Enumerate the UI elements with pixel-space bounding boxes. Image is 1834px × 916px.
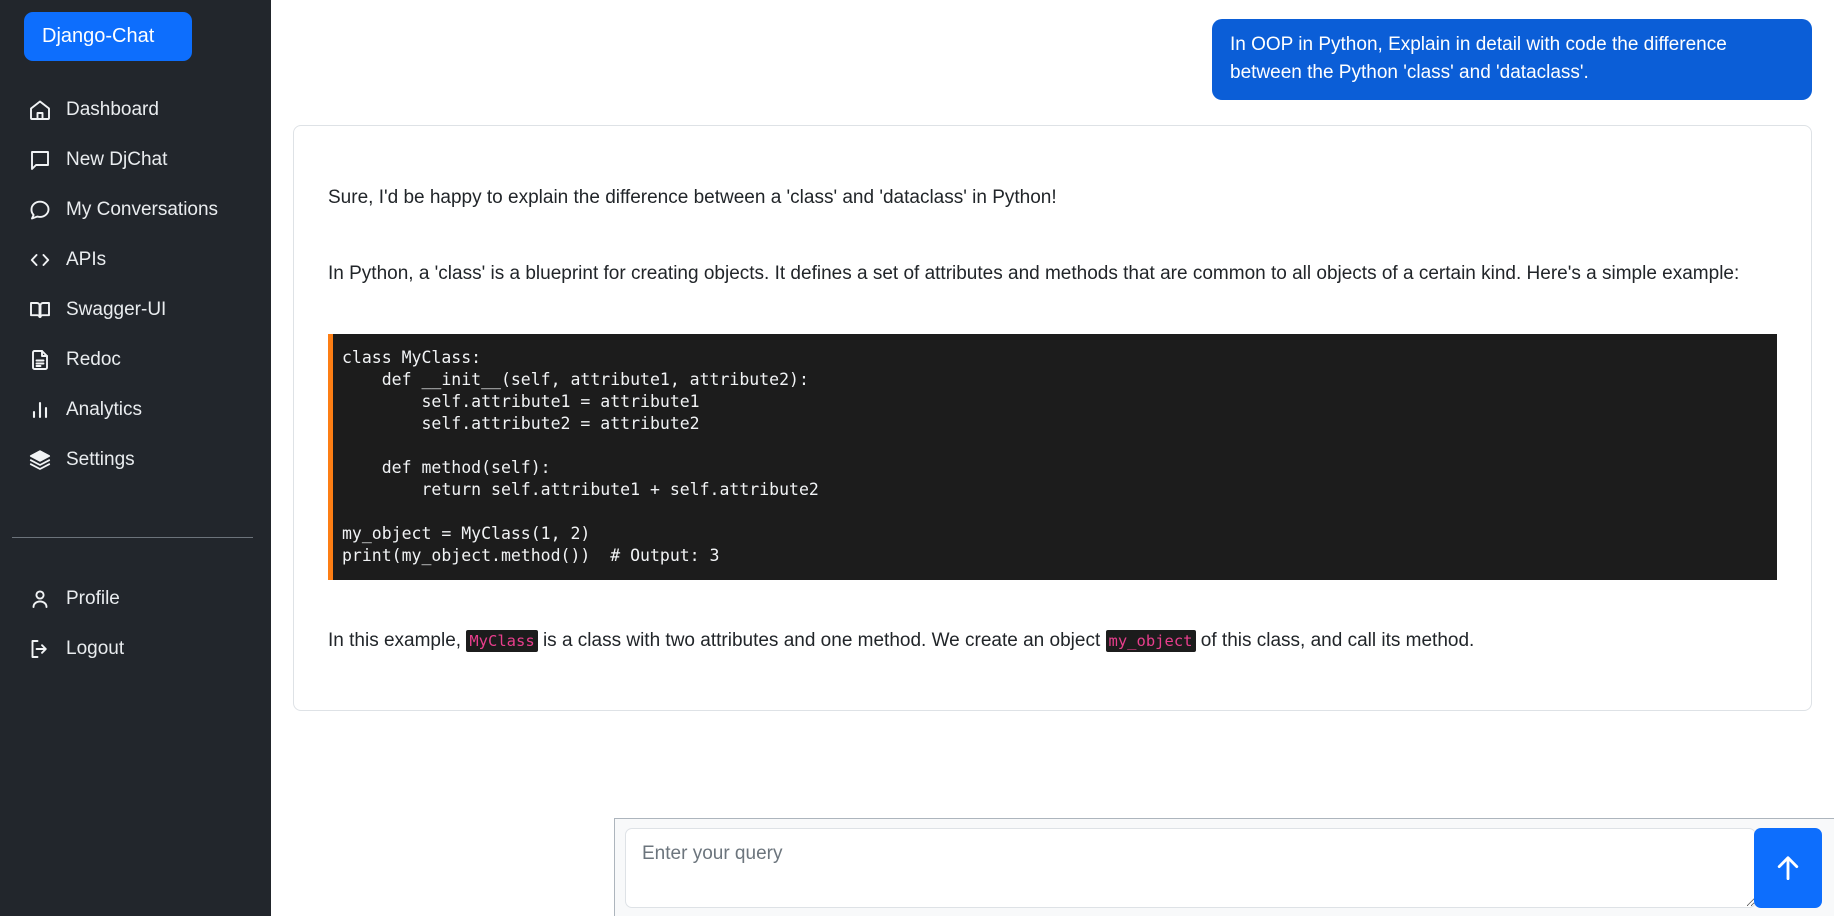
assistant-paragraph-1: Sure, I'd be happy to explain the differ… xyxy=(328,184,1777,213)
sidebar-item-label: My Conversations xyxy=(66,199,218,221)
assistant-paragraph-2: In Python, a 'class' is a blueprint for … xyxy=(328,260,1777,289)
code-block-python: class MyClass: def __init__(self, attrib… xyxy=(328,334,1777,579)
assistant-paragraph-3-text-c: of this class, and call its method. xyxy=(1196,630,1475,651)
brand-logo[interactable]: Django-Chat xyxy=(24,12,192,61)
user-icon xyxy=(28,587,52,611)
code-brackets-icon xyxy=(28,248,52,272)
send-button[interactable] xyxy=(1754,828,1822,908)
assistant-paragraph-3-text-a: In this example, xyxy=(328,630,466,651)
message-circle-icon xyxy=(28,198,52,222)
bar-chart-icon xyxy=(28,398,52,422)
sidebar-item-new-djchat[interactable]: New DjChat xyxy=(0,135,271,185)
file-text-icon xyxy=(28,348,52,372)
sidebar-item-label: Swagger-UI xyxy=(66,299,166,321)
brand-container: Django-Chat xyxy=(0,0,271,61)
sidebar-item-label: Analytics xyxy=(66,399,142,421)
inline-code-myclass: MyClass xyxy=(466,630,537,652)
sidebar-item-label: Logout xyxy=(66,638,124,660)
sidebar-item-redoc[interactable]: Redoc xyxy=(0,335,271,385)
sidebar-item-label: New DjChat xyxy=(66,149,167,171)
secondary-nav: Profile Logout xyxy=(0,574,271,674)
sidebar-item-swagger-ui[interactable]: Swagger-UI xyxy=(0,285,271,335)
sidebar-divider xyxy=(12,537,253,538)
assistant-paragraph-3-text-b: is a class with two attributes and one m… xyxy=(538,630,1106,651)
sidebar-item-label: Settings xyxy=(66,449,135,471)
sidebar-item-my-conversations[interactable]: My Conversations xyxy=(0,185,271,235)
sidebar-item-label: APIs xyxy=(66,249,106,271)
sidebar-item-apis[interactable]: APIs xyxy=(0,235,271,285)
home-icon xyxy=(28,98,52,122)
sidebar-item-label: Dashboard xyxy=(66,99,159,121)
sidebar: Django-Chat Dashboard New DjCha xyxy=(0,0,271,916)
logout-icon xyxy=(28,637,52,661)
sidebar-item-profile[interactable]: Profile xyxy=(0,574,271,624)
sidebar-item-label: Redoc xyxy=(66,349,121,371)
layers-icon xyxy=(28,448,52,472)
sidebar-item-dashboard[interactable]: Dashboard xyxy=(0,85,271,135)
main-content: In OOP in Python, Explain in detail with… xyxy=(271,0,1834,916)
user-message-row: In OOP in Python, Explain in detail with… xyxy=(293,0,1812,100)
book-open-icon xyxy=(28,298,52,322)
assistant-message-card: Sure, I'd be happy to explain the differ… xyxy=(293,125,1812,711)
sidebar-item-analytics[interactable]: Analytics xyxy=(0,385,271,435)
sidebar-item-label: Profile xyxy=(66,588,120,610)
sidebar-item-logout[interactable]: Logout xyxy=(0,624,271,674)
sidebar-item-settings[interactable]: Settings xyxy=(0,435,271,485)
app-root: Django-Chat Dashboard New DjCha xyxy=(0,0,1834,916)
arrow-up-icon xyxy=(1771,851,1805,885)
assistant-paragraph-3: In this example, MyClass is a class with… xyxy=(328,627,1777,656)
message-square-icon xyxy=(28,148,52,172)
query-input[interactable] xyxy=(625,828,1756,908)
inline-code-my-object: my_object xyxy=(1106,630,1196,652)
composer-bar xyxy=(614,818,1834,916)
primary-nav: Dashboard New DjChat My Conversations xyxy=(0,85,271,485)
user-message-bubble: In OOP in Python, Explain in detail with… xyxy=(1212,19,1812,100)
chat-scroll-area[interactable]: In OOP in Python, Explain in detail with… xyxy=(271,0,1834,916)
